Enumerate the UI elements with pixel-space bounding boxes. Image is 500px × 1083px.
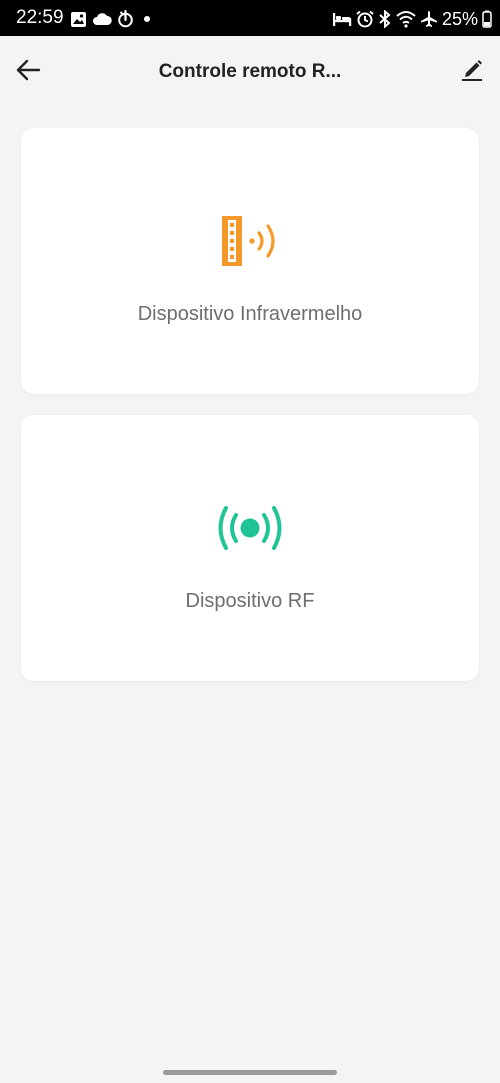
pencil-icon: [462, 60, 482, 81]
infrared-device-label: Dispositivo Infravermelho: [137, 303, 363, 325]
status-left-icons: [70, 10, 155, 28]
back-button[interactable]: [10, 52, 46, 88]
status-right-icons: 25%: [332, 9, 492, 29]
cloud-icon: [93, 13, 112, 25]
battery-icon: [482, 10, 492, 28]
dot-icon: [144, 16, 150, 22]
infrared-device-card[interactable]: Dispositivo Infravermelho: [21, 128, 479, 394]
edit-button[interactable]: [454, 52, 490, 88]
status-time: 22:59: [16, 7, 64, 28]
status-bar: 22:59 25%: [0, 0, 500, 36]
infrared-remote-icon: [222, 216, 275, 266]
airplane-icon: [420, 11, 437, 27]
image-icon: [71, 11, 86, 27]
wifi-icon: [396, 11, 416, 28]
alarm-icon: [356, 10, 374, 28]
rf-broadcast-icon: [218, 506, 282, 550]
bed-icon: [332, 13, 352, 26]
rf-device-label: Dispositivo RF: [185, 590, 315, 612]
arrow-left-icon: [16, 59, 41, 81]
rf-device-card[interactable]: Dispositivo RF: [21, 415, 479, 681]
home-indicator[interactable]: [163, 1070, 337, 1075]
battery-percentage: 25%: [441, 9, 478, 29]
page-title: Controle remoto R...: [158, 61, 342, 82]
bluetooth-icon: [379, 10, 391, 28]
touch-icon: [118, 10, 133, 28]
app-header: Controle remoto R...: [0, 36, 500, 108]
